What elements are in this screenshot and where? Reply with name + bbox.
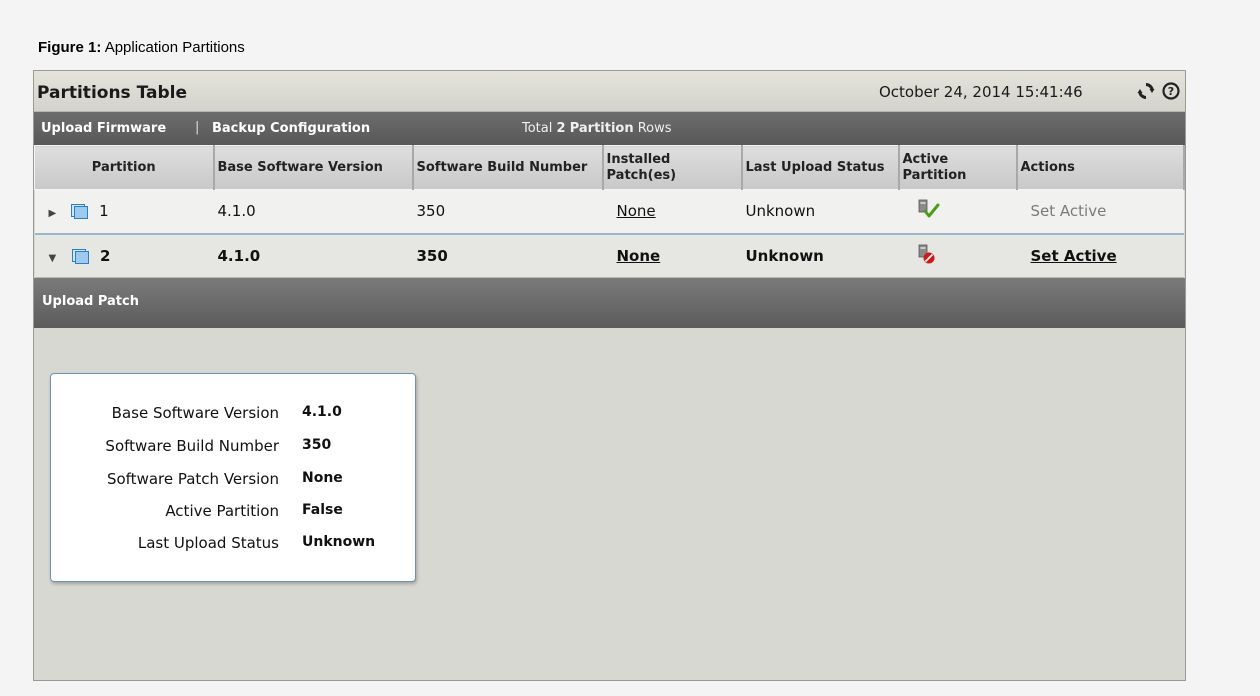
partition-icon [71,204,89,220]
column-header-actions: Actions [1016,145,1185,190]
detail-label: Base Software Version [111,404,279,422]
timestamp: October 24, 2014 15:41:46 [879,83,1083,101]
total-prefix: Total [522,121,553,136]
detail-label: Software Build Number [105,437,279,455]
backup-configuration-link[interactable]: Backup Configuration [212,121,370,136]
upload-patch-bar: Upload Patch [34,278,1185,328]
last-upload-status-cell: Unknown [741,189,899,234]
detail-row-base-software-version: Base Software Version 4.1.0 [51,404,415,424]
partition-cell: ▼ 2 [34,232,214,278]
figure-caption-label: Figure 1: [38,39,102,56]
panel-titlebar: Partitions Table October 24, 2014 15:41:… [34,71,1185,112]
detail-row-last-upload-status: Last Upload Status Unknown [51,534,415,554]
software-build-number-cell: 350 [412,189,603,234]
column-header-last-upload-status[interactable]: Last Upload Status [741,145,900,190]
actions-cell: Set Active [1016,189,1184,234]
active-check-icon [917,198,941,224]
total-rows-label: Total 2 Partition Rows [522,121,672,136]
installed-patches-cell: None [602,189,742,234]
detail-label: Software Patch Version [106,470,279,488]
active-partition-cell [898,189,1017,234]
actions-cell: Set Active [1016,232,1184,278]
detail-value: False [302,502,343,518]
column-header-software-build-number[interactable]: Software Build Number [412,145,604,190]
table-header-row: Partition Base Software Version Software… [34,145,1185,190]
partition-number: 2 [99,246,111,265]
partition-number: 1 [99,202,109,221]
installed-patches-link[interactable]: None [617,202,656,220]
installed-patches-link[interactable]: None [617,247,661,265]
upload-firmware-link[interactable]: Upload Firmware [41,121,166,136]
partitions-panel: Partitions Table October 24, 2014 15:41:… [33,70,1186,681]
toolbar-separator: | [195,120,200,135]
collapse-row-icon[interactable]: ▼ [49,253,63,264]
set-active-link[interactable]: Set Active [1031,247,1117,265]
detail-row-software-patch-version: Software Patch Version None [51,470,415,490]
inactive-forbidden-icon [917,243,941,269]
installed-patches-cell: None [602,232,742,278]
upload-patch-title[interactable]: Upload Patch [42,294,139,309]
base-software-version-cell: 4.1.0 [213,232,413,278]
column-header-base-software-version[interactable]: Base Software Version [213,145,414,190]
software-build-number-cell: 350 [412,232,603,278]
total-word: Partition [569,121,634,136]
panel-title: Partitions Table [37,83,187,103]
partitions-table: Partition Base Software Version Software… [34,145,1185,278]
column-header-active-partition[interactable]: Active Partition [898,145,1018,190]
svg-text:?: ? [1168,85,1174,98]
detail-value: Unknown [302,534,376,550]
active-partition-cell [898,232,1017,278]
panel-toolbar: Upload Firmware | Backup Configuration T… [34,112,1185,145]
total-count: 2 [556,121,566,136]
help-icon[interactable]: ? [1161,81,1181,101]
base-software-version-cell: 4.1.0 [213,189,413,234]
detail-label: Last Upload Status [137,534,279,552]
detail-value: 4.1.0 [302,404,342,420]
detail-row-software-build-number: Software Build Number 350 [51,437,415,457]
set-active-link: Set Active [1030,202,1107,221]
figure-caption: Figure 1: Application Partitions [38,39,245,56]
figure-caption-text: Application Partitions [104,39,245,56]
column-header-partition[interactable]: Partition [34,145,215,190]
detail-value: None [302,470,343,486]
detail-value: 350 [302,437,332,453]
partition-icon [71,248,89,264]
refresh-icon[interactable] [1136,81,1156,101]
partition-detail-card: Base Software Version 4.1.0 Software Bui… [50,373,416,582]
table-row[interactable]: ▶ 1 4.1.0 350 None Unknown Set Active [34,189,1184,234]
last-upload-status-cell: Unknown [741,232,899,278]
expand-row-icon[interactable]: ▶ [49,208,63,219]
total-suffix: Rows [637,121,672,136]
column-header-installed-patches[interactable]: Installed Patch(es) [602,145,743,190]
partition-cell: ▶ 1 [34,189,214,234]
detail-row-active-partition: Active Partition False [51,502,415,522]
table-row[interactable]: ▼ 2 4.1.0 350 None Unknown Set Active [34,232,1184,278]
detail-label: Active Partition [165,502,279,520]
